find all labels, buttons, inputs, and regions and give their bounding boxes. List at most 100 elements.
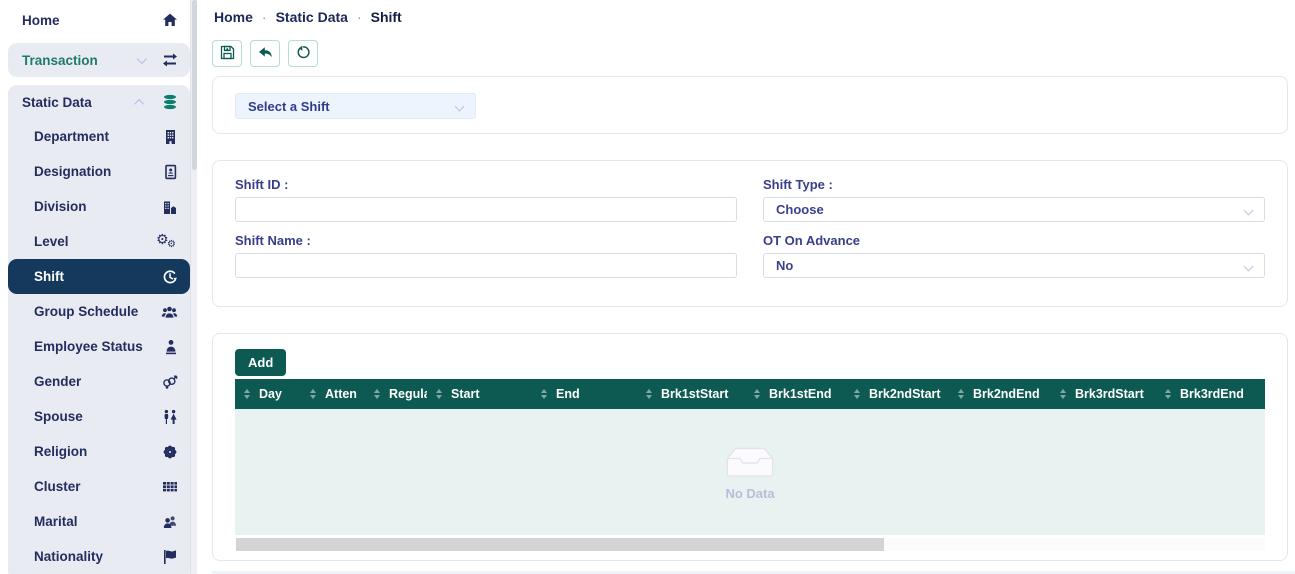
sidebar-item-shift[interactable]: Shift	[8, 259, 190, 294]
sidebar-item-label: Shift	[34, 269, 64, 284]
shift-type-select[interactable]: Choose	[763, 197, 1265, 222]
sidebar-item-level[interactable]: Level ⚙ ⚙	[8, 224, 190, 259]
table-empty-state: No Data	[235, 409, 1265, 535]
shift-days-table-card: Add Day Atten Regular Start End Brk1stSt…	[212, 333, 1288, 561]
toolbar	[212, 40, 318, 67]
column-header-brk1stend[interactable]: Brk1stEnd	[745, 379, 845, 409]
sort-icon[interactable]	[310, 389, 316, 399]
shift-days-table: Day Atten Regular Start End Brk1stStart …	[235, 379, 1265, 551]
column-header-day[interactable]: Day	[235, 379, 301, 409]
shift-type-value: Choose	[776, 202, 824, 217]
sidebar-item-division[interactable]: Division	[8, 189, 190, 224]
ot-on-advance-value: No	[776, 258, 793, 273]
marital-icon	[158, 514, 178, 530]
sort-icon[interactable]	[958, 389, 964, 399]
transaction-icon	[158, 52, 178, 68]
column-header-brk3rdend[interactable]: Brk3rdEnd	[1156, 379, 1265, 409]
reset-icon	[296, 45, 311, 63]
breadcrumb-current-page: Shift	[371, 9, 402, 25]
sidebar-item-spouse[interactable]: Spouse	[8, 399, 190, 434]
sidebar: Home Transaction Static Data Department	[0, 0, 197, 574]
column-header-regular[interactable]: Regular	[365, 379, 427, 409]
horizontal-scrollbar[interactable]	[235, 538, 1265, 551]
sidebar-item-cluster[interactable]: Cluster	[8, 469, 190, 504]
horizontal-scrollbar-thumb[interactable]	[236, 538, 884, 551]
save-icon	[220, 45, 235, 63]
shift-id-label: Shift ID :	[235, 177, 737, 192]
sort-icon[interactable]	[244, 389, 250, 399]
group-icon	[158, 304, 178, 320]
reset-button[interactable]	[288, 40, 318, 67]
cluster-icon	[158, 479, 178, 495]
column-header-end[interactable]: End	[532, 379, 637, 409]
no-data-text: No Data	[725, 486, 774, 501]
sidebar-item-designation[interactable]: Designation	[8, 154, 190, 189]
sidebar-item-label: Employee Status	[34, 339, 143, 354]
column-header-brk2ndstart[interactable]: Brk2ndStart	[845, 379, 949, 409]
column-header-brk3rdstart[interactable]: Brk3rdStart	[1051, 379, 1156, 409]
ot-on-advance-select[interactable]: No	[763, 253, 1265, 278]
breadcrumb-static-data[interactable]: Static Data	[276, 9, 348, 25]
shift-id-field-group: Shift ID :	[235, 177, 737, 222]
sidebar-item-gender[interactable]: Gender	[8, 364, 190, 399]
sidebar-item-label: Religion	[34, 444, 87, 459]
breadcrumb-home[interactable]: Home	[214, 9, 253, 25]
sort-icon[interactable]	[374, 389, 380, 399]
department-icon	[158, 129, 178, 145]
column-header-start[interactable]: Start	[427, 379, 532, 409]
sort-icon[interactable]	[646, 389, 652, 399]
main-content: Home · Static Data · Shift Select a Shif…	[197, 0, 1295, 574]
shift-type-field-group: Shift Type : Choose	[763, 177, 1265, 222]
shift-history-icon	[158, 269, 178, 285]
column-header-brk2ndend[interactable]: Brk2ndEnd	[949, 379, 1051, 409]
sidebar-item-label: Home	[22, 13, 60, 28]
sidebar-item-label: Level	[34, 234, 69, 249]
sort-icon[interactable]	[1060, 389, 1066, 399]
column-header-brk1ststart[interactable]: Brk1stStart	[637, 379, 745, 409]
database-icon	[158, 94, 178, 110]
sidebar-item-label: Cluster	[34, 479, 81, 494]
column-header-atten[interactable]: Atten	[301, 379, 365, 409]
sidebar-item-religion[interactable]: Religion	[8, 434, 190, 469]
chevron-down-icon	[1244, 206, 1254, 216]
ot-on-advance-field-group: OT On Advance No	[763, 233, 1265, 278]
undo-button[interactable]	[250, 40, 280, 67]
select-a-shift-dropdown[interactable]: Select a Shift	[235, 93, 476, 119]
sort-icon[interactable]	[854, 389, 860, 399]
select-a-shift-placeholder: Select a Shift	[248, 99, 330, 114]
breadcrumb: Home · Static Data · Shift	[214, 9, 402, 25]
save-button[interactable]	[212, 40, 242, 67]
add-button[interactable]: Add	[235, 349, 286, 376]
empty-inbox-icon	[724, 444, 776, 478]
sort-icon[interactable]	[754, 389, 760, 399]
shift-type-label: Shift Type :	[763, 177, 1265, 192]
sidebar-item-group-schedule[interactable]: Group Schedule	[8, 294, 190, 329]
sidebar-item-label: Department	[34, 129, 109, 144]
sidebar-item-home[interactable]: Home	[8, 3, 190, 37]
gender-icon	[158, 374, 178, 390]
chevron-down-icon	[455, 102, 465, 112]
sidebar-item-static-data[interactable]: Static Data	[8, 85, 190, 119]
division-icon	[158, 199, 178, 215]
shift-selector-card: Select a Shift	[212, 76, 1288, 134]
undo-icon	[258, 45, 273, 63]
sidebar-scrollbar[interactable]	[190, 0, 197, 574]
sort-icon[interactable]	[541, 389, 547, 399]
sidebar-item-transaction[interactable]: Transaction	[8, 43, 190, 77]
sidebar-item-label: Gender	[34, 374, 81, 389]
sidebar-item-department[interactable]: Department	[8, 119, 190, 154]
sidebar-item-label: Designation	[34, 164, 111, 179]
home-icon	[158, 12, 178, 28]
sidebar-item-employee-status[interactable]: Employee Status	[8, 329, 190, 364]
sidebar-item-label: Spouse	[34, 409, 83, 424]
sort-icon[interactable]	[1165, 389, 1171, 399]
breadcrumb-separator: ·	[357, 9, 362, 25]
sidebar-item-nationality[interactable]: Nationality	[8, 539, 190, 574]
shift-name-label: Shift Name :	[235, 233, 737, 248]
sidebar-item-marital[interactable]: Marital	[8, 504, 190, 539]
shift-form-card: Shift ID : Shift Type : Choose Shift Nam…	[212, 160, 1288, 307]
shift-name-input[interactable]	[235, 253, 737, 278]
shift-id-input[interactable]	[235, 197, 737, 222]
shift-name-field-group: Shift Name :	[235, 233, 737, 278]
sort-icon[interactable]	[436, 389, 442, 399]
